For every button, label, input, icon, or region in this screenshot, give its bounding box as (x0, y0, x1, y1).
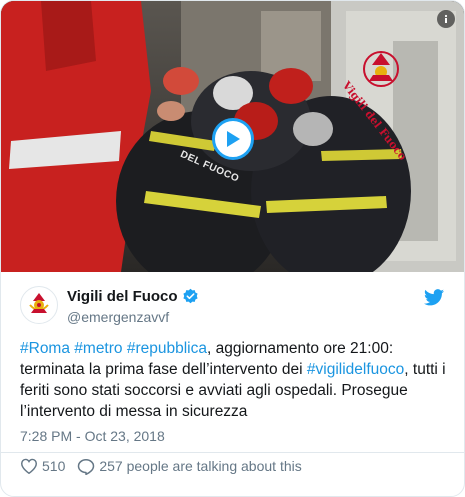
tweet-video-thumbnail[interactable]: Vigili del Fuoco DEL FUOCO (1, 1, 464, 272)
avatar[interactable] (20, 286, 58, 324)
tweet-text: #Roma #metro #repubblica, aggiornamento … (20, 338, 450, 422)
tweet-header: Vigili del Fuoco @emergenzavvf (1, 272, 464, 332)
vigili-del-fuoco-logo-icon (29, 293, 49, 313)
divider (1, 452, 464, 453)
info-icon[interactable] (437, 10, 455, 28)
author-name-text: Vigili del Fuoco (67, 288, 178, 305)
tweet-timestamp[interactable]: 7:28 PM - Oct 23, 2018 (20, 428, 165, 444)
author-handle[interactable]: @emergenzavvf (67, 309, 169, 325)
hashtag-link[interactable]: #metro (74, 340, 122, 357)
author-name[interactable]: Vigili del Fuoco (67, 288, 199, 305)
like-count[interactable]: 510 (42, 458, 65, 474)
tweet-actions: 510 257 people are talking about this (20, 456, 302, 476)
play-icon (227, 131, 240, 147)
play-button[interactable] (212, 118, 254, 160)
heart-icon[interactable] (20, 458, 38, 474)
tweet-embed-card: Vigili del Fuoco DEL FUOCO Vigili del Fu… (0, 0, 465, 497)
hashtag-link[interactable]: #vigilidelfuoco (307, 361, 404, 378)
hashtag-link[interactable]: #Roma (20, 340, 70, 357)
info-glyph-icon (444, 14, 448, 23)
conversation-count-text[interactable]: 257 people are talking about this (99, 458, 301, 474)
verified-badge-icon (182, 288, 199, 305)
reply-bubble-icon[interactable] (77, 458, 95, 475)
hashtag-link[interactable]: #repubblica (127, 340, 207, 357)
twitter-bird-icon[interactable] (424, 289, 444, 311)
